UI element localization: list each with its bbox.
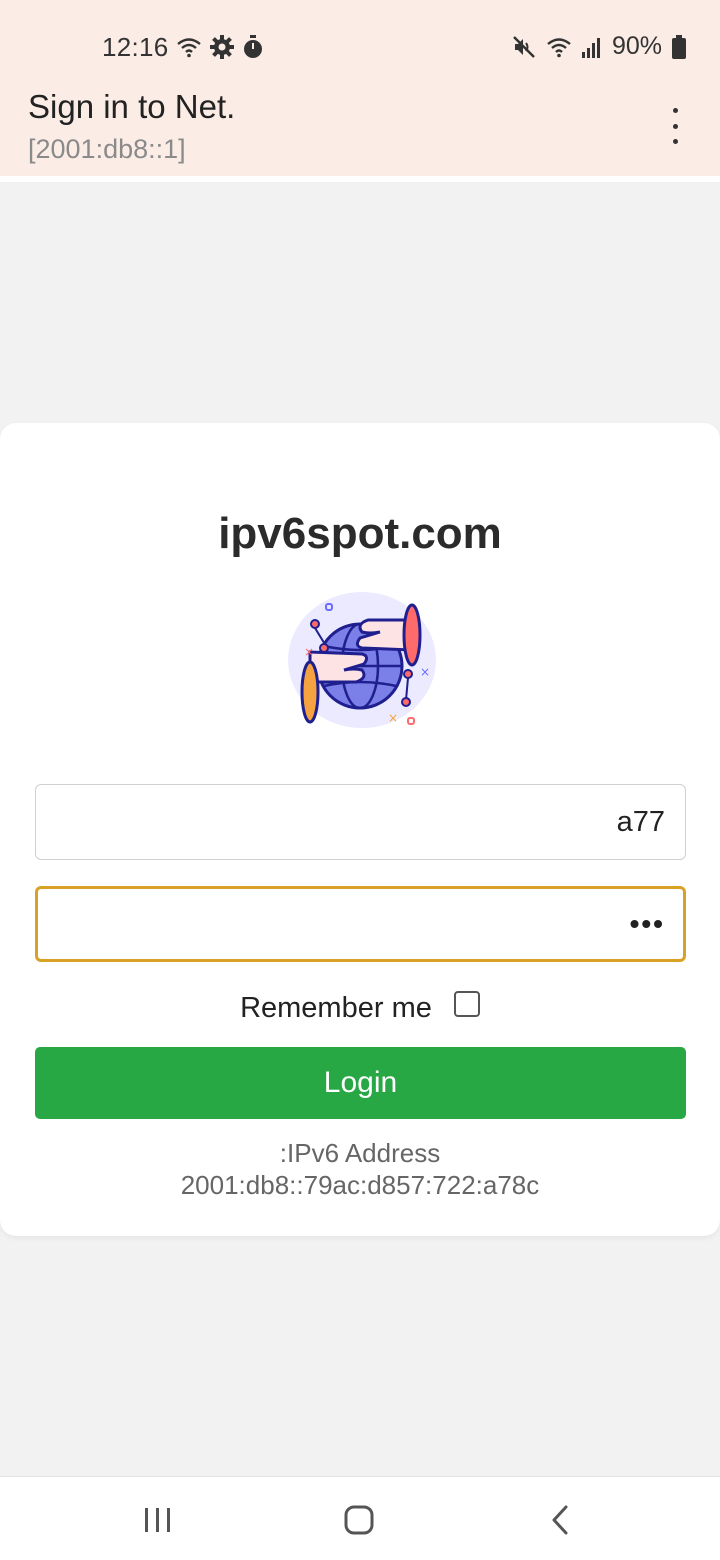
battery-percent: 90% <box>611 32 662 60</box>
system-nav-bar <box>0 1476 720 1560</box>
page-subtitle: [2001:db8::1] <box>28 134 186 164</box>
cell-signal-icon <box>581 37 600 58</box>
mute-icon <box>513 35 535 58</box>
remember-me-row: Remember me <box>0 991 720 1025</box>
status-right-icons: 90% <box>512 32 686 61</box>
recent-apps-icon[interactable] <box>138 1503 178 1537</box>
timer-icon <box>244 35 262 58</box>
page-title: Sign in to Net. <box>28 88 236 125</box>
globe-hands-illustration: × × × <box>288 592 436 728</box>
login-button[interactable]: Login <box>35 1047 686 1119</box>
wifi-signal-icon <box>547 37 571 57</box>
battery-icon <box>672 34 686 59</box>
svg-text:×: × <box>304 645 314 659</box>
home-icon[interactable] <box>338 1503 378 1537</box>
username-field[interactable]: a77 <box>35 784 686 860</box>
password-field[interactable]: ••• <box>35 886 686 962</box>
status-time: 12:16 <box>102 32 169 62</box>
wifi-icon <box>177 38 201 58</box>
site-title: ipv6spot.com <box>218 509 502 558</box>
password-value: ••• <box>629 908 665 939</box>
more-vert-icon[interactable] <box>666 108 684 144</box>
svg-text:×: × <box>388 711 398 725</box>
ipv6-address-label: :IPv6 Address <box>279 1138 441 1168</box>
remember-me-checkbox[interactable] <box>453 991 480 1018</box>
settings-icon <box>210 35 234 59</box>
login-card: ipv6spot.com × × × a77 ••• Remember me L… <box>0 423 720 1236</box>
back-icon[interactable] <box>540 1503 580 1537</box>
app-header: 12:16 90% Sign in to Net. [2001:db8::1] <box>0 0 720 176</box>
status-left-icons <box>176 35 264 59</box>
remember-me-label: Remember me <box>240 991 432 1024</box>
header-divider <box>0 176 720 182</box>
svg-text:×: × <box>420 665 430 679</box>
status-bar: 12:16 90% <box>0 0 720 92</box>
ipv6-address-value: 2001:db8::79ac:d857:722:a78c <box>180 1170 540 1200</box>
